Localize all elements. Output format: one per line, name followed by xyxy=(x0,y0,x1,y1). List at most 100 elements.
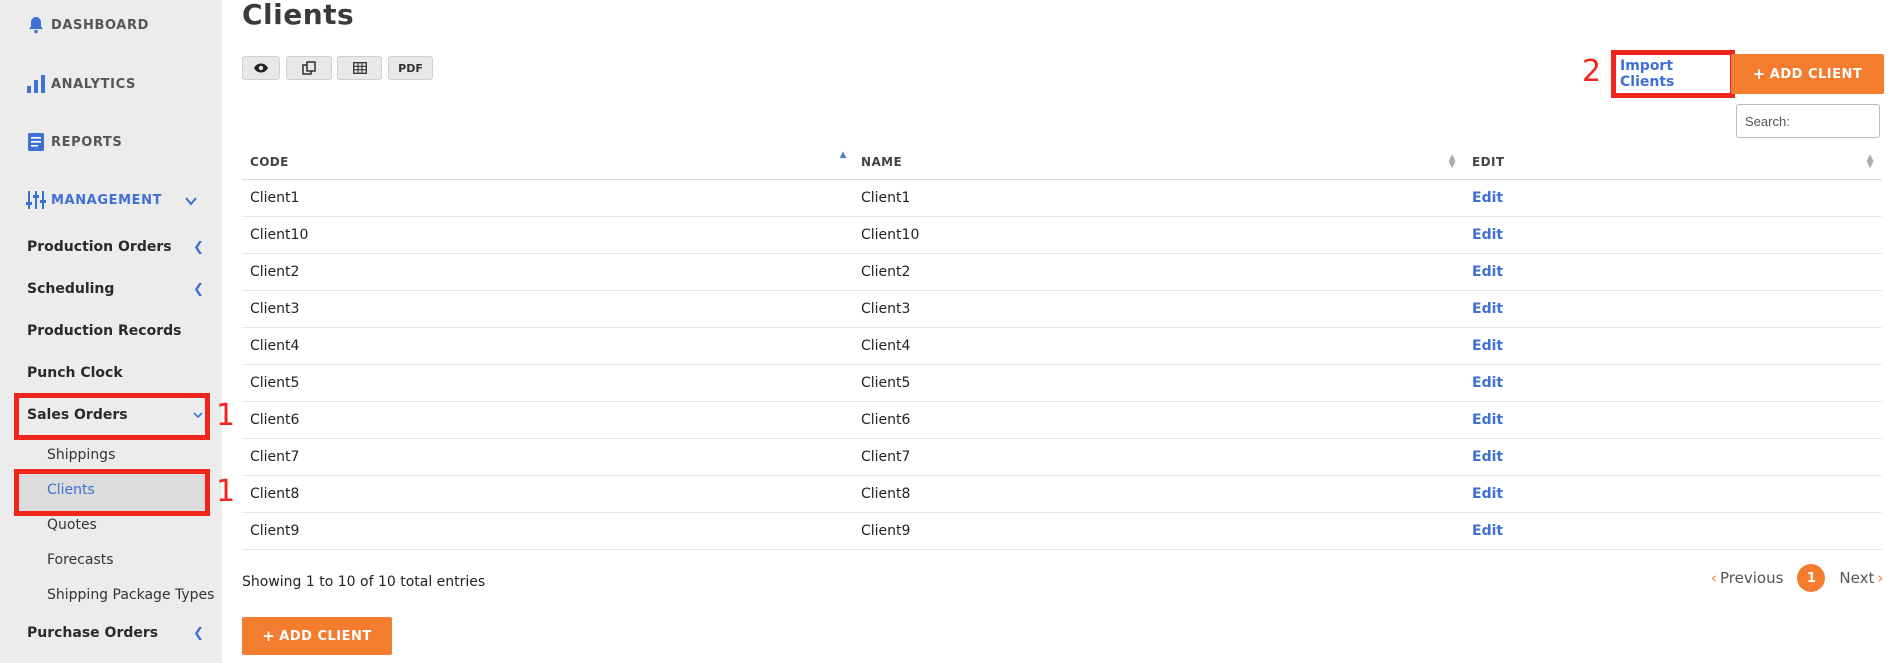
add-client-button[interactable]: + ADD CLIENT xyxy=(1731,54,1884,94)
search-input[interactable] xyxy=(1736,104,1880,138)
add-client-button-bottom[interactable]: + ADD CLIENT xyxy=(242,617,392,655)
table-row: Client9 Client9 Edit xyxy=(242,512,1882,550)
edit-link[interactable]: Edit xyxy=(1464,475,1882,513)
chevron-down-icon[interactable] xyxy=(184,194,198,208)
cell-name: Client4 xyxy=(853,327,1464,365)
table-row: Client1 Client1 Edit xyxy=(242,179,1882,217)
document-icon xyxy=(26,132,46,152)
table-row: Client2 Client2 Edit xyxy=(242,253,1882,291)
edit-link[interactable]: Edit xyxy=(1464,253,1882,291)
cell-code: Client4 xyxy=(242,327,853,365)
cell-name: Client1 xyxy=(853,179,1464,217)
table-header-row: CODE ▲ NAME ▲ ▼ EDIT ▲ ▼ xyxy=(242,145,1882,180)
cell-name: Client10 xyxy=(853,216,1464,254)
nav-label: DASHBOARD xyxy=(51,17,149,33)
nav-analytics[interactable]: ANALYTICS xyxy=(26,74,136,94)
sidebar-item-purchase-orders[interactable]: Purchase Orders ❮ xyxy=(27,625,207,641)
cell-code: Client7 xyxy=(242,438,853,476)
nav-label: REPORTS xyxy=(51,134,123,150)
plus-icon: + xyxy=(262,627,276,645)
cell-code: Client3 xyxy=(242,290,853,328)
sidebar-subitem-forecasts[interactable]: Forecasts xyxy=(47,552,114,568)
excel-export-button[interactable] xyxy=(337,56,382,80)
cell-code: Client9 xyxy=(242,512,853,550)
copy-icon xyxy=(302,61,316,75)
edit-link[interactable]: Edit xyxy=(1464,290,1882,328)
chevron-left-icon: ❮ xyxy=(193,625,204,641)
annotation-number: 1 xyxy=(216,474,236,509)
sidebar-subitem-quotes[interactable]: Quotes xyxy=(47,517,97,533)
chevron-right-icon: › xyxy=(1877,569,1884,587)
chevron-left-icon: ❮ xyxy=(193,239,204,255)
column-header-edit[interactable]: EDIT ▲ ▼ xyxy=(1464,145,1882,180)
edit-link[interactable]: Edit xyxy=(1464,512,1882,550)
nav-dashboard[interactable]: DASHBOARD xyxy=(26,15,149,35)
sidebar-item-scheduling[interactable]: Scheduling ❮ xyxy=(27,281,207,297)
sidebar-item-punch-clock[interactable]: Punch Clock xyxy=(27,365,207,381)
nav-reports[interactable]: REPORTS xyxy=(26,132,122,152)
edit-link[interactable]: Edit xyxy=(1464,401,1882,439)
edit-link[interactable]: Edit xyxy=(1464,327,1882,365)
cell-code: Client10 xyxy=(242,216,853,254)
annotation-number: 1 xyxy=(216,398,236,433)
table-icon xyxy=(352,62,367,74)
plus-icon: + xyxy=(1752,65,1766,83)
nav-label: ANALYTICS xyxy=(51,76,136,92)
add-client-label: ADD CLIENT xyxy=(279,628,372,644)
table-row: Client6 Client6 Edit xyxy=(242,401,1882,439)
sidebar-item-label: Production Records xyxy=(27,323,182,339)
column-header-label: EDIT xyxy=(1472,154,1505,169)
sidebar-item-label: Purchase Orders xyxy=(27,625,159,641)
cell-code: Client2 xyxy=(242,253,853,291)
table-row: Client5 Client5 Edit xyxy=(242,364,1882,402)
sidebar-item-production-orders[interactable]: Production Orders ❮ xyxy=(27,239,207,255)
cell-name: Client3 xyxy=(853,290,1464,328)
table-row: Client8 Client8 Edit xyxy=(242,475,1882,513)
column-header-name[interactable]: NAME ▲ ▼ xyxy=(853,145,1464,180)
sort-icon: ▲ ▼ xyxy=(1866,153,1874,170)
cell-name: Client9 xyxy=(853,512,1464,550)
table-info-text: Showing 1 to 10 of 10 total entries xyxy=(242,574,486,590)
cell-name: Client2 xyxy=(853,253,1464,291)
table-row: Client7 Client7 Edit xyxy=(242,438,1882,476)
clients-table: CODE ▲ NAME ▲ ▼ EDIT ▲ ▼ Client1 Client1 Edi… xyxy=(242,145,1882,550)
add-client-label: ADD CLIENT xyxy=(1769,66,1863,82)
sidebar-subitem-shippings[interactable]: Shippings xyxy=(47,447,115,463)
previous-label: Previous xyxy=(1720,569,1784,587)
column-header-code[interactable]: CODE ▲ xyxy=(242,145,853,180)
column-header-label: NAME xyxy=(861,154,903,169)
edit-link[interactable]: Edit xyxy=(1464,216,1882,254)
eye-icon xyxy=(254,63,268,73)
sidebar: DASHBOARD ANALYTICS REPORTS MANAGEMENT P… xyxy=(0,0,222,663)
cell-code: Client1 xyxy=(242,179,853,217)
sidebar-item-label: Scheduling xyxy=(27,281,115,297)
cell-name: Client5 xyxy=(853,364,1464,402)
cell-code: Client6 xyxy=(242,401,853,439)
copy-button[interactable] xyxy=(286,56,332,80)
edit-link[interactable]: Edit xyxy=(1464,438,1882,476)
cell-code: Client5 xyxy=(242,364,853,402)
pagination: ‹ Previous 1 Next › xyxy=(1708,564,1886,592)
sort-ascending-icon: ▲ xyxy=(839,150,847,160)
bell-icon xyxy=(26,15,46,35)
nav-label: MANAGEMENT xyxy=(51,192,163,208)
page-title: Clients xyxy=(242,0,355,31)
import-clients-button[interactable]: Import Clients xyxy=(1620,57,1726,90)
annotation-number: 2 xyxy=(1582,54,1602,89)
sidebar-subitem-shipping-package-types[interactable]: Shipping Package Types xyxy=(47,587,214,603)
edit-link[interactable]: Edit xyxy=(1464,364,1882,402)
sidebar-item-production-records[interactable]: Production Records xyxy=(27,323,207,339)
column-visibility-button[interactable] xyxy=(242,56,280,80)
chevron-left-icon: ‹ xyxy=(1711,569,1717,587)
highlight-box-clients xyxy=(14,469,210,516)
pdf-export-button[interactable]: PDF xyxy=(388,56,433,80)
previous-page-link[interactable]: ‹ Previous xyxy=(1708,569,1783,587)
nav-management[interactable]: MANAGEMENT xyxy=(26,190,162,210)
page-number-button[interactable]: 1 xyxy=(1797,564,1826,592)
edit-link[interactable]: Edit xyxy=(1464,179,1882,217)
sort-icon: ▲ ▼ xyxy=(1448,153,1456,170)
sliders-icon xyxy=(26,190,46,210)
next-page-link[interactable]: Next › xyxy=(1839,569,1886,587)
cell-name: Client8 xyxy=(853,475,1464,513)
table-row: Client10 Client10 Edit xyxy=(242,216,1882,254)
